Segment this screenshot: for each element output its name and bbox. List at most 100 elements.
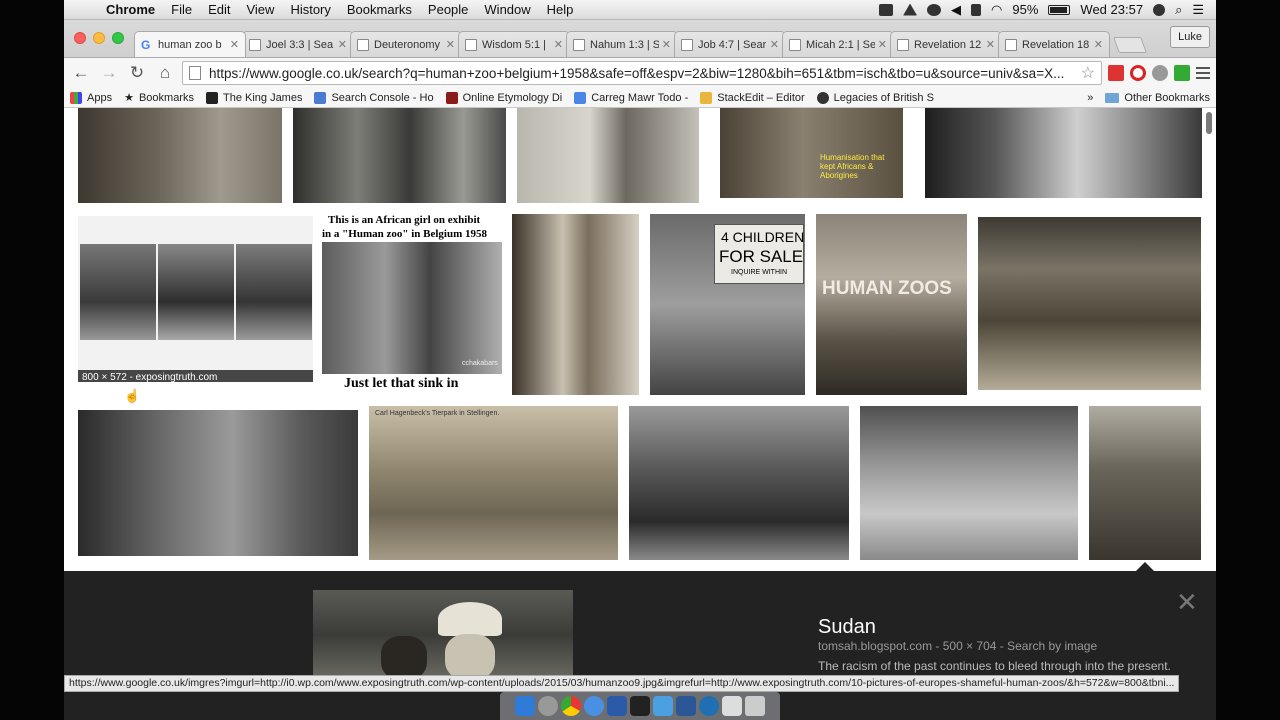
menu-history[interactable]: History (282, 2, 338, 17)
creative-cloud-icon[interactable] (879, 3, 894, 16)
trash-icon[interactable] (745, 696, 765, 716)
home-icon[interactable]: ⌂ (154, 62, 176, 84)
image-result[interactable] (78, 410, 358, 556)
record-icon[interactable] (927, 3, 942, 16)
bookmark-search-console[interactable]: Search Console - Ho (314, 91, 434, 104)
menu-app-name[interactable]: Chrome (98, 2, 163, 17)
extension-red-icon[interactable] (1108, 65, 1124, 81)
detail-title[interactable]: Sudan (818, 616, 876, 639)
spotlight-search-icon[interactable]: ⌕ (1175, 2, 1182, 18)
back-arrow-icon[interactable]: ← (70, 62, 92, 84)
tab-revelation-18[interactable]: Revelation 18 ✕ (998, 31, 1110, 57)
bookmark-bookmarks[interactable]: ★ Bookmarks (124, 91, 194, 105)
star-icon: ★ (124, 92, 134, 104)
globe-app-icon[interactable] (699, 696, 719, 716)
app-store-icon[interactable] (653, 696, 673, 716)
image-result[interactable]: This is an African girl on exhibit in a … (322, 212, 502, 396)
image-result[interactable]: Humanisation that kept Africans & Aborig… (720, 108, 903, 198)
tab-close-icon[interactable]: ✕ (554, 38, 563, 51)
tab-close-icon[interactable]: ✕ (230, 38, 239, 51)
address-url[interactable]: https://www.google.co.uk/search?q=human+… (209, 66, 1077, 81)
drive-icon[interactable] (903, 3, 918, 16)
image-result[interactable] (629, 406, 849, 560)
menu-window[interactable]: Window (476, 2, 538, 17)
terminal-icon[interactable] (630, 696, 650, 716)
tab-google-images[interactable]: G human zoo b ✕ (134, 31, 246, 57)
tab-close-icon[interactable]: ✕ (986, 38, 995, 51)
tab-joel[interactable]: Joel 3:3 | Sea ✕ (242, 31, 354, 57)
word-icon[interactable] (676, 696, 696, 716)
bookmark-apps[interactable]: Apps (70, 91, 112, 104)
lock-icon[interactable] (971, 3, 982, 16)
other-bookmarks[interactable]: Other Bookmarks (1105, 92, 1210, 104)
image-result[interactable] (925, 108, 1202, 198)
extension-gear-icon[interactable] (1152, 65, 1168, 81)
reload-icon[interactable]: ↻ (126, 62, 148, 84)
user-icon[interactable] (1153, 3, 1166, 16)
tab-revelation-12[interactable]: Revelation 12 ✕ (890, 31, 1002, 57)
finder-icon[interactable] (515, 696, 535, 716)
tab-close-icon[interactable]: ✕ (662, 38, 671, 51)
minimize-window-button[interactable] (93, 32, 105, 44)
bookmark-king-james[interactable]: The King James (205, 91, 302, 104)
tab-close-icon[interactable]: ✕ (338, 38, 347, 51)
xcode-icon[interactable] (607, 696, 627, 716)
image-result[interactable]: 4 CHILDREN FOR SALE INQUIRE WITHIN (650, 214, 805, 395)
detail-preview-image[interactable] (313, 590, 573, 680)
bookmark-carreg-mawr[interactable]: Carreg Mawr Todo - (574, 91, 688, 104)
bookmark-star-icon[interactable]: ☆ (1081, 63, 1095, 83)
menu-file[interactable]: File (163, 2, 200, 17)
clock[interactable]: Wed 23:57 (1080, 2, 1143, 17)
documents-folder-icon[interactable] (722, 696, 742, 716)
tab-job[interactable]: Job 4:7 | Sear ✕ (674, 31, 786, 57)
safari-icon[interactable] (584, 696, 604, 716)
forward-arrow-icon[interactable]: → (98, 62, 120, 84)
bookmark-label: Bookmarks (138, 91, 194, 104)
image-result[interactable] (517, 108, 699, 203)
close-window-button[interactable] (74, 32, 86, 44)
tab-wisdom[interactable]: Wisdom 5:1 | ✕ (458, 31, 570, 57)
zoom-window-button[interactable] (112, 32, 124, 44)
close-icon[interactable]: ✕ (1176, 587, 1198, 618)
address-bar[interactable]: https://www.google.co.uk/search?q=human+… (182, 61, 1102, 85)
image-result[interactable]: HUMAN ZOOS (816, 214, 967, 395)
sale-sign: 4 CHILDREN FOR SALE INQUIRE WITHIN (714, 224, 804, 284)
tab-close-icon[interactable]: ✕ (1094, 38, 1103, 51)
wifi-icon[interactable]: ◠ (991, 2, 1002, 18)
image-result-hovered[interactable]: 800 × 572 - exposingtruth.com (78, 216, 313, 382)
menu-bookmarks[interactable]: Bookmarks (339, 2, 420, 17)
new-tab-button[interactable] (1113, 37, 1147, 53)
chrome-icon[interactable] (561, 696, 581, 716)
detail-meta[interactable]: tomsah.blogspot.com - 500 × 704 - Search… (818, 639, 1097, 653)
bookmarks-overflow-button[interactable]: » (1087, 92, 1093, 104)
menu-view[interactable]: View (238, 2, 282, 17)
menu-people[interactable]: People (420, 2, 476, 17)
image-result[interactable] (512, 214, 639, 395)
image-result-selected[interactable] (1089, 406, 1201, 560)
image-result[interactable]: Carl Hagenbeck's Tierpark in Stellingen. (369, 406, 618, 560)
launchpad-icon[interactable] (538, 696, 558, 716)
tab-close-icon[interactable]: ✕ (770, 38, 779, 51)
tab-micah[interactable]: Micah 2:1 | Se ✕ (782, 31, 894, 57)
tab-nahum[interactable]: Nahum 1:3 | S ✕ (566, 31, 678, 57)
chrome-menu-icon[interactable] (1196, 67, 1210, 79)
bookmark-legacies[interactable]: Legacies of British S (816, 91, 934, 104)
image-result[interactable] (293, 108, 506, 203)
bookmark-stackedit[interactable]: StackEdit – Editor (700, 91, 805, 104)
image-result[interactable] (978, 217, 1201, 390)
tab-deuteronomy[interactable]: Deuteronomy ✕ (350, 31, 462, 57)
profile-button[interactable]: Luke (1170, 26, 1210, 48)
extension-green-icon[interactable] (1174, 65, 1190, 81)
menu-help[interactable]: Help (539, 2, 582, 17)
vertical-scrollbar[interactable] (1206, 112, 1212, 134)
image-result[interactable] (78, 108, 282, 203)
volume-icon[interactable]: ◀ (951, 2, 961, 18)
notification-center-icon[interactable]: ☰ (1192, 2, 1204, 18)
image-result[interactable] (860, 406, 1078, 560)
opera-extension-icon[interactable] (1130, 65, 1146, 81)
tab-close-icon[interactable]: ✕ (878, 38, 887, 51)
bookmark-etymology[interactable]: Online Etymology Di (445, 91, 562, 104)
tab-close-icon[interactable]: ✕ (446, 38, 455, 51)
menu-edit[interactable]: Edit (200, 2, 238, 17)
battery-icon[interactable] (1048, 4, 1071, 15)
